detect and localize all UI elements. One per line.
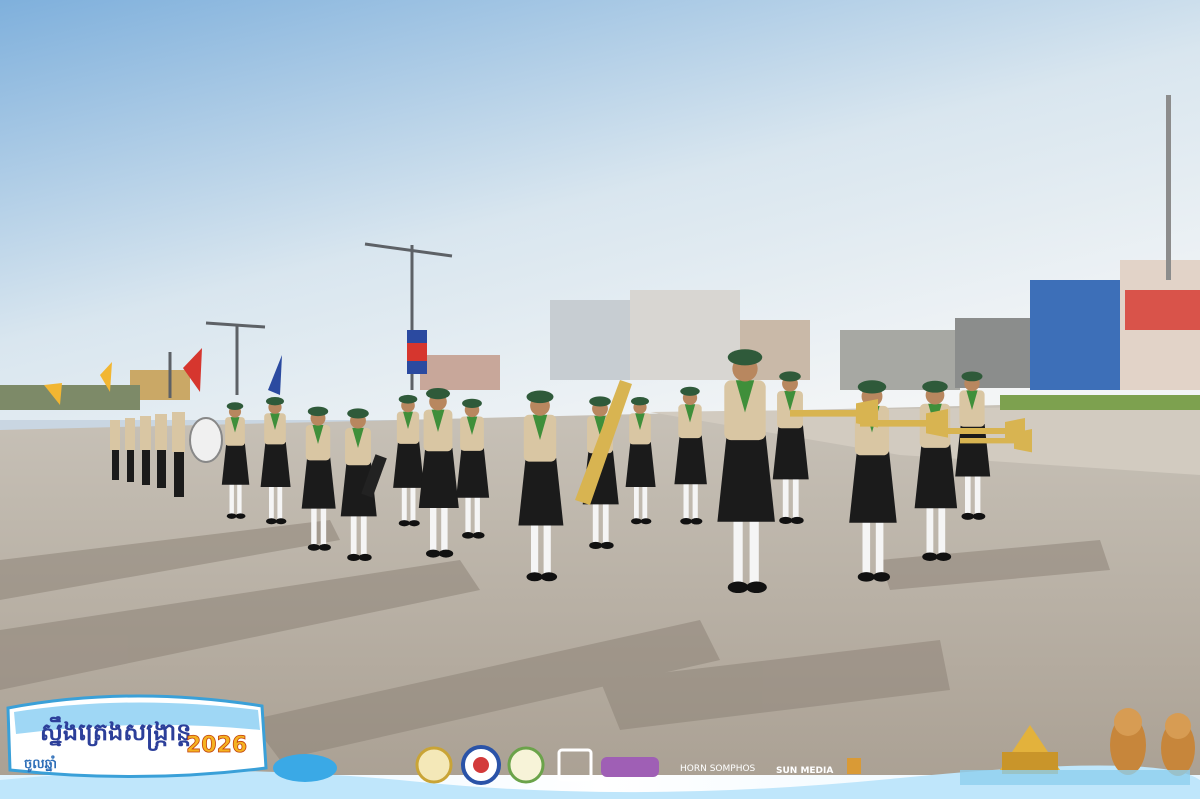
festival-subtitle: ចូលឆ្នាំ — [24, 755, 57, 773]
g-logo-icon — [847, 758, 861, 774]
sun-media-label: SUN MEDIA — [776, 766, 833, 776]
parade-photo: ស្នឹងត្រេងសង្ក្រាន្ត 2026 ចូលឆ្នាំ HORN … — [0, 0, 1200, 799]
dolphin-icon — [273, 754, 337, 782]
seal-3-icon — [507, 746, 545, 784]
seal-1-icon — [415, 746, 453, 784]
photo-frame: ស្នឹងត្រេងសង្ក្រាន្ត 2026 ចូលឆ្នាំ HORN … — [0, 0, 1200, 799]
horn-somphos-label: HORN SOMPHOS — [680, 764, 756, 774]
festival-year: 2026 — [186, 733, 247, 758]
bass-drum — [189, 417, 223, 463]
festival-title: ស្នឹងត្រេងសង្ក្រាន្ត — [40, 716, 191, 751]
sangkran-logo-icon — [601, 757, 659, 777]
radio-tower — [1166, 95, 1171, 280]
